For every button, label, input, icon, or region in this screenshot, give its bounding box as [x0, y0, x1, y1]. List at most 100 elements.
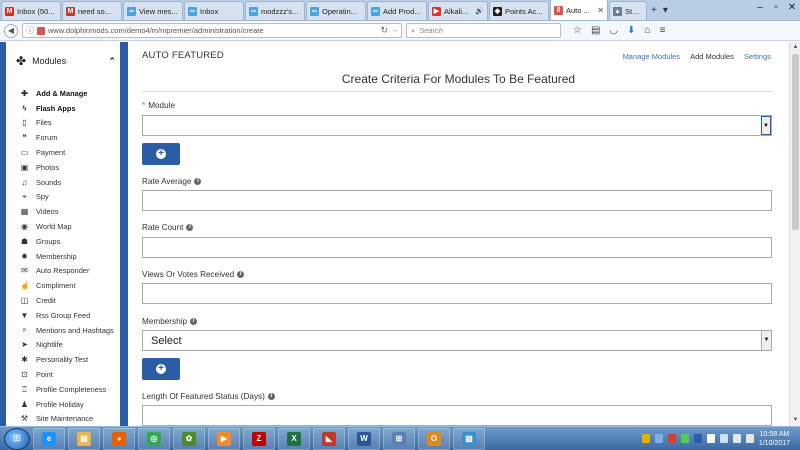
add-membership-button[interactable]: + [142, 358, 180, 380]
tray-antivirus-icon[interactable] [667, 434, 676, 443]
scroll-thumb[interactable] [792, 54, 799, 230]
tray-update-icon[interactable] [654, 434, 663, 443]
browser-tab[interactable]: Mneed so... [62, 1, 122, 20]
dropdown-arrow-icon[interactable]: ▼ [761, 116, 771, 135]
taskbar-app[interactable]: ◕ [103, 427, 135, 450]
url-dropdown-icon[interactable]: → [391, 27, 398, 34]
add-module-button[interactable]: + [142, 143, 180, 165]
home-icon[interactable]: ⌂ [645, 25, 651, 36]
close-window-icon[interactable]: ✕ [784, 0, 800, 16]
sidebar-item[interactable]: ϟ Flash Apps [20, 101, 114, 116]
info-circle-icon[interactable]: i [194, 178, 202, 185]
sidebar-item[interactable]: ⊡ Point [20, 367, 114, 382]
close-tab-icon[interactable]: ✕ [597, 6, 604, 15]
taskbar-app[interactable]: e [33, 427, 65, 450]
taskbar-app[interactable]: ▧ [453, 427, 485, 450]
sidebar-item[interactable]: ◫ Credit [20, 293, 114, 308]
sidebar-item[interactable]: ◉ World Map [20, 219, 114, 234]
manage-modules-link[interactable]: Manage Modules [623, 52, 681, 61]
sidebar-item[interactable]: ❝ Forum [20, 130, 114, 145]
sidebar-item[interactable]: ☝ Compliment [20, 278, 114, 293]
browser-tab[interactable]: ∞ Inbox [184, 1, 244, 20]
sidebar-item[interactable]: ♖ Profile Completeness [20, 382, 114, 397]
sidebar-item[interactable]: ♫ Sounds [20, 175, 114, 190]
sidebar-item[interactable]: ⌖ Spy [20, 190, 114, 205]
taskbar-app[interactable]: ⊞ [383, 427, 415, 450]
info-circle-icon[interactable]: i [186, 224, 194, 231]
tray-shield-icon[interactable] [641, 434, 650, 443]
taskbar-app[interactable]: ◣ [313, 427, 345, 450]
taskbar-app[interactable]: ▤ [68, 427, 100, 450]
browser-tab[interactable]: ▲Studi... [609, 1, 647, 20]
module-select[interactable]: ▼ [142, 115, 772, 136]
reading-list-icon[interactable]: ▤ [591, 25, 600, 36]
page-scrollbar[interactable]: ▲ ▼ [789, 42, 800, 426]
sidebar-item[interactable]: ▼ Rss Group Feed [20, 308, 114, 323]
tray-bluetooth-icon[interactable] [693, 434, 702, 443]
browser-tab[interactable]: ∞ Operatin... [306, 1, 366, 20]
speaker-icon[interactable]: 🔊 [475, 7, 484, 15]
sidebar-item[interactable]: ▣ Photos [20, 160, 114, 175]
taskbar-app[interactable]: ▶ [208, 427, 240, 450]
sidebar-item[interactable]: ✉ Auto Responder [20, 264, 114, 279]
reload-icon[interactable]: ↻ [380, 25, 388, 36]
taskbar-app[interactable]: W [348, 427, 380, 450]
tray-sync-icon[interactable] [680, 434, 689, 443]
sidebar-scrollbar[interactable] [120, 42, 128, 426]
settings-link[interactable]: Settings [744, 52, 771, 61]
add-modules-link[interactable]: Add Modules [690, 52, 734, 61]
info-icon[interactable]: ⓘ [26, 25, 34, 36]
rate-count-input[interactable] [142, 237, 772, 258]
browser-tab[interactable]: ∞ modzzz's... [245, 1, 305, 20]
taskbar-app[interactable]: ◎ [138, 427, 170, 450]
sidebar-item[interactable]: ▯ Files [20, 116, 114, 131]
views-votes-input[interactable] [142, 283, 772, 304]
info-circle-icon[interactable]: i [190, 318, 198, 325]
browser-tab[interactable]: M Inbox (50... [1, 1, 61, 20]
taskbar-app[interactable]: O [418, 427, 450, 450]
browser-tab[interactable]: ‖ Auto ... ✕ [550, 0, 608, 20]
new-tab-icon[interactable]: + [651, 5, 657, 16]
membership-select[interactable]: Select ▼ [142, 330, 772, 351]
browser-tab[interactable]: ∞ View mes... [123, 1, 183, 20]
start-button[interactable]: ⊞ [4, 427, 30, 450]
maximize-icon[interactable]: ▫ [768, 0, 784, 16]
sidebar-item[interactable]: ⌕ Mentions and Hashtags [20, 323, 113, 338]
pocket-icon[interactable]: ◡ [609, 25, 618, 36]
minimize-icon[interactable]: – [752, 0, 768, 16]
sidebar-item[interactable]: ☗ Groups [20, 234, 114, 249]
sidebar-item[interactable]: ▭ Payment [20, 145, 114, 160]
sidebar-item[interactable]: ♟ Profile Holiday [20, 397, 114, 412]
sidebar-item[interactable]: ⚒ Site Maintenance [20, 412, 114, 427]
tab-list-icon[interactable]: ▾ [663, 5, 668, 16]
taskbar-app[interactable]: ✿ [173, 427, 205, 450]
dropdown-arrow-icon[interactable]: ▼ [761, 331, 771, 350]
tray-battery-icon[interactable] [745, 434, 754, 443]
clock[interactable]: 10:58 AM 1/10/2017 [759, 430, 790, 448]
sidebar-modules-header[interactable]: ✤ Modules ⌃ [16, 54, 116, 68]
browser-tab[interactable]: ◆ Points Ac... [489, 1, 549, 20]
length-input[interactable] [142, 405, 772, 426]
back-button[interactable]: ◀ [4, 23, 18, 38]
url-bar[interactable]: ⓘ www.dolphinmods.com/demo4/m/mpremier/a… [22, 23, 402, 38]
search-box[interactable]: ⌕ Search [406, 23, 561, 38]
rate-average-input[interactable] [142, 190, 772, 211]
info-circle-icon[interactable]: i [267, 393, 275, 400]
tray-network-icon[interactable] [719, 434, 728, 443]
tray-flag-icon[interactable] [706, 434, 715, 443]
bookmark-star-icon[interactable]: ☆ [573, 25, 582, 36]
browser-tab[interactable]: ▶ Alkali... 🔊 [428, 1, 488, 20]
sidebar-item[interactable]: ➤ Nightlife [20, 338, 114, 353]
sidebar-item[interactable]: ✚ Add & Manage [20, 86, 114, 101]
menu-icon[interactable]: ≡ [660, 25, 666, 36]
scroll-down-icon[interactable]: ▼ [791, 416, 800, 425]
chevron-up-icon[interactable]: ⌃ [108, 56, 116, 67]
scroll-up-icon[interactable]: ▲ [791, 43, 800, 52]
taskbar-app[interactable]: X [278, 427, 310, 450]
sidebar-item[interactable]: ✱ Personality Test [20, 352, 114, 367]
taskbar-app[interactable]: Z [243, 427, 275, 450]
tray-volume-icon[interactable] [732, 434, 741, 443]
sidebar-item[interactable]: ✹ Membership [20, 249, 114, 264]
url-text[interactable]: www.dolphinmods.com/demo4/m/mpremier/adm… [48, 26, 377, 35]
browser-tab[interactable]: ∞ Add Prod... [367, 1, 427, 20]
